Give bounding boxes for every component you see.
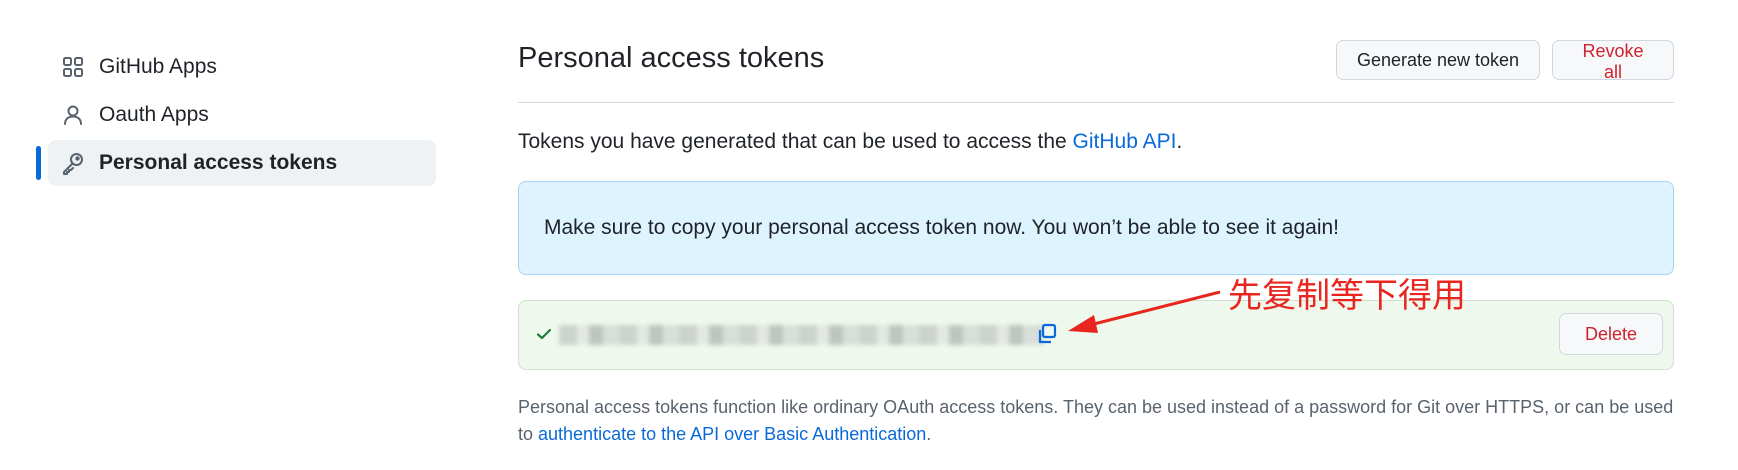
- note-end: .: [926, 424, 932, 444]
- annotation-text: 先复制等下得用: [1228, 276, 1466, 316]
- page-header: Personal access tokens Generate new toke…: [518, 40, 1674, 103]
- sidebar-item-oauth-apps[interactable]: Oauth Apps: [48, 92, 436, 138]
- github-api-link[interactable]: GitHub API: [1073, 130, 1177, 153]
- sidebar-item-personal-access-tokens[interactable]: Personal access tokens: [36, 140, 436, 186]
- intro-text-body: Tokens you have generated that can be us…: [518, 130, 1073, 153]
- sidebar-item-label: GitHub Apps: [99, 55, 217, 78]
- main-content: Personal access tokens Generate new toke…: [518, 40, 1674, 444]
- delete-token-button[interactable]: Delete: [1559, 313, 1663, 355]
- intro-text: Tokens you have generated that can be us…: [518, 130, 1182, 154]
- flash-message-text: Make sure to copy your personal access t…: [544, 216, 1339, 239]
- apps-grid-icon: [60, 54, 86, 80]
- intro-text-end: .: [1176, 130, 1183, 153]
- token-value-redacted[interactable]: [559, 325, 1043, 345]
- settings-page: GitHub Apps Oauth Apps Personal access t…: [0, 0, 1738, 470]
- person-icon: [60, 102, 86, 128]
- annotation-arrow: [1068, 290, 1221, 333]
- basic-authentication-link[interactable]: authenticate to the API over Basic Authe…: [538, 424, 926, 444]
- revoke-all-button[interactable]: Revoke all: [1552, 40, 1674, 82]
- generate-new-token-button[interactable]: Generate new token: [1336, 40, 1540, 80]
- page-title: Personal access tokens: [518, 42, 825, 74]
- check-icon: [534, 324, 554, 344]
- key-icon: [60, 150, 86, 176]
- copy-icon[interactable]: [1034, 321, 1060, 347]
- sidebar-item-label: Oauth Apps: [99, 103, 209, 126]
- developer-settings-sidebar: GitHub Apps Oauth Apps Personal access t…: [36, 44, 436, 188]
- token-info-note: Personal access tokens function like ord…: [518, 394, 1678, 448]
- sidebar-item-github-apps[interactable]: GitHub Apps: [48, 44, 436, 90]
- sidebar-item-label: Personal access tokens: [99, 151, 338, 174]
- copy-token-flash-message: Make sure to copy your personal access t…: [518, 181, 1674, 275]
